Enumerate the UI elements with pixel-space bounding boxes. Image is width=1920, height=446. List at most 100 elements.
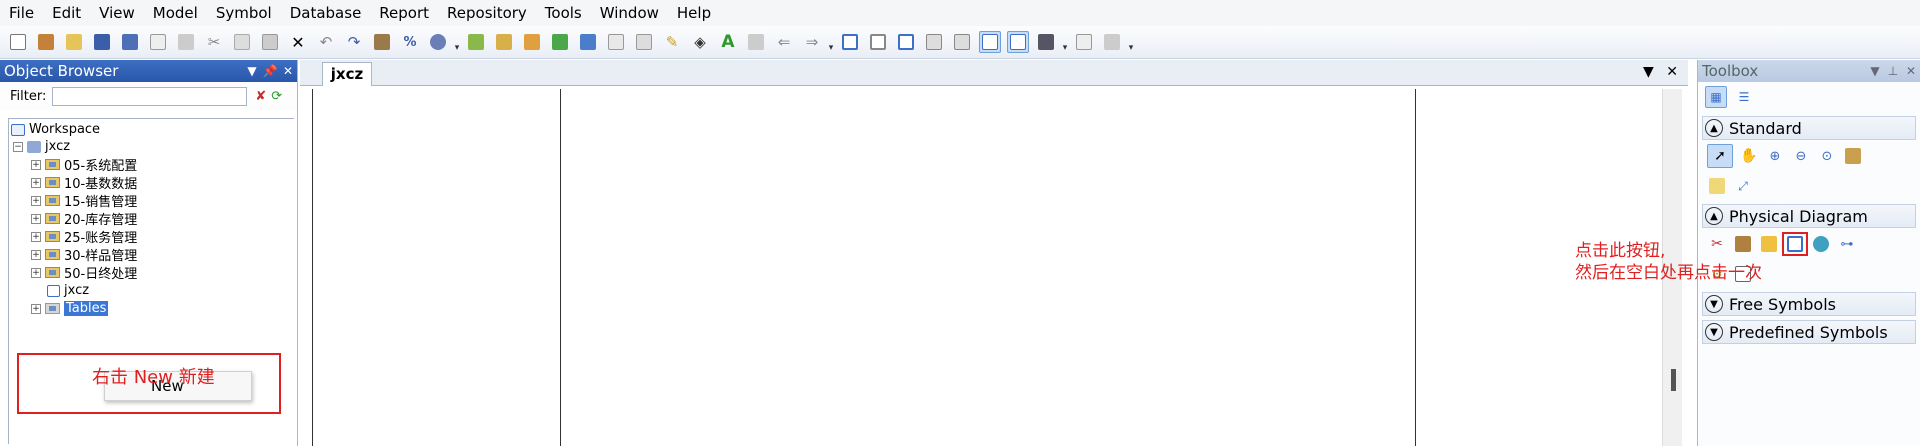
view-icon[interactable] [839, 31, 861, 53]
expand-icon[interactable]: + [31, 267, 41, 278]
output-window-icon[interactable] [1007, 31, 1029, 53]
clear-filter-icon[interactable]: ✘ [255, 89, 266, 104]
view2-icon[interactable] [867, 31, 889, 53]
shape-icon[interactable] [605, 31, 627, 53]
menu-tools[interactable]: Tools [536, 0, 591, 26]
menu-repository[interactable]: Repository [438, 0, 536, 26]
tree-node-model[interactable]: − jxcz [13, 138, 70, 155]
icon-view-icon[interactable]: ▦ [1705, 86, 1727, 108]
expand-icon[interactable]: + [31, 177, 41, 188]
tree-node-package[interactable]: +20-库存管理 [31, 210, 137, 228]
tree-node-diagram[interactable]: jxcz [47, 282, 89, 299]
save-all-icon[interactable] [119, 31, 141, 53]
scrollbar-thumb[interactable] [1671, 369, 1676, 391]
menu-report[interactable]: Report [370, 0, 438, 26]
new-icon[interactable] [7, 31, 29, 53]
menu-edit[interactable]: Edit [43, 0, 90, 26]
menu-help[interactable]: Help [668, 0, 720, 26]
toolbar-overflow-icon[interactable] [1060, 31, 1070, 53]
zoom-in-icon[interactable]: ⊕ [1762, 144, 1788, 168]
copy-icon[interactable] [231, 31, 253, 53]
refresh-icon[interactable]: ⟳ [271, 89, 282, 104]
find-icon[interactable] [521, 31, 543, 53]
diagram-canvas[interactable] [312, 89, 1660, 446]
menu-database[interactable]: Database [281, 0, 371, 26]
menu-view[interactable]: View [90, 0, 144, 26]
forward-icon[interactable]: ⇒ [801, 31, 823, 53]
tree-node-tables[interactable]: + Tables [31, 300, 109, 317]
menu-symbol[interactable]: Symbol [207, 0, 281, 26]
fill-icon[interactable]: ◈ [689, 31, 711, 53]
zoom-fit-icon[interactable]: ⊙ [1814, 144, 1840, 168]
tree-node-package[interactable]: +05-系统配置 [31, 156, 137, 174]
brush-icon[interactable]: ✎ [661, 31, 683, 53]
reference-icon[interactable]: ⊶ [1834, 232, 1860, 256]
close-icon[interactable]: ✕ [279, 64, 297, 78]
note-icon[interactable] [1704, 174, 1730, 198]
tree-node-package[interactable]: +50-日终处理 [31, 264, 137, 282]
zoom-window-icon[interactable] [979, 31, 1001, 53]
properties-icon[interactable] [1840, 144, 1866, 168]
zoom-out-icon[interactable]: ⊖ [1788, 144, 1814, 168]
collapse-icon[interactable]: − [13, 141, 23, 152]
grid-icon[interactable] [633, 31, 655, 53]
tree-node-package[interactable]: +10-基数数据 [31, 174, 137, 192]
delete-icon[interactable]: ✕ [287, 31, 309, 53]
tab-jxcz[interactable]: jxcz [322, 62, 372, 86]
check-model-icon[interactable] [427, 31, 449, 53]
back-icon[interactable]: ⇐ [773, 31, 795, 53]
report-icon[interactable] [577, 31, 599, 53]
pointer-icon[interactable]: ➚ [1707, 144, 1733, 168]
dropdown-icon[interactable]: ▼ [243, 64, 261, 78]
open-icon[interactable] [63, 31, 85, 53]
list-view-icon[interactable]: ☰ [1733, 86, 1755, 108]
toolbar-overflow-icon[interactable] [452, 31, 462, 53]
tree-node-package[interactable]: +25-账务管理 [31, 228, 137, 246]
category-standard[interactable]: ▲ Standard [1702, 116, 1916, 140]
table-icon[interactable] [1782, 232, 1808, 256]
close-tab-icon[interactable]: ✕ [1666, 64, 1678, 80]
toolbar-overflow-icon[interactable] [826, 31, 836, 53]
redo-icon[interactable]: ↷ [343, 31, 365, 53]
close-icon[interactable]: ✕ [1902, 64, 1920, 78]
menu-window[interactable]: Window [591, 0, 668, 26]
print-icon[interactable] [175, 31, 197, 53]
diagram-new-icon[interactable] [465, 31, 487, 53]
printer-icon[interactable] [1101, 31, 1123, 53]
cut-icon[interactable]: ✂ [203, 31, 225, 53]
spellcheck-icon[interactable]: % [399, 31, 421, 53]
package-icon[interactable] [493, 31, 515, 53]
pin-icon[interactable]: 📌 [261, 64, 279, 78]
category-predefined-symbols[interactable]: ▼ Predefined Symbols [1702, 320, 1916, 344]
refresh-icon[interactable] [549, 31, 571, 53]
expand-icon[interactable]: + [31, 303, 41, 314]
print-preview-icon[interactable] [147, 31, 169, 53]
expand-icon[interactable]: + [31, 249, 41, 260]
view3-icon[interactable] [895, 31, 917, 53]
view4-icon[interactable] [923, 31, 945, 53]
grabber-icon[interactable]: ✋ [1736, 144, 1762, 168]
undo-icon[interactable]: ↶ [315, 31, 337, 53]
link-icon[interactable]: ⤢ [1730, 174, 1756, 198]
paste-icon[interactable] [259, 31, 281, 53]
font-icon[interactable]: A [717, 31, 739, 53]
save-icon[interactable] [91, 31, 113, 53]
new-model-icon[interactable] [35, 31, 57, 53]
view5-icon[interactable] [951, 31, 973, 53]
align-icon[interactable] [745, 31, 767, 53]
menu-file[interactable]: File [0, 0, 43, 26]
tree-node-package[interactable]: +30-样品管理 [31, 246, 137, 264]
tree-node-workspace[interactable]: Workspace [11, 121, 100, 138]
menu-model[interactable]: Model [144, 0, 207, 26]
result-list-icon[interactable] [1035, 31, 1057, 53]
pin-icon[interactable]: ⊥ [1884, 64, 1902, 78]
properties-icon[interactable] [371, 31, 393, 53]
expand-icon[interactable]: + [31, 231, 41, 242]
tab-list-icon[interactable]: ▼ [1643, 64, 1654, 80]
expand-icon[interactable]: + [31, 159, 41, 170]
preview-icon[interactable] [1073, 31, 1095, 53]
dropdown-icon[interactable]: ▼ [1866, 64, 1884, 78]
toolbar-overflow-icon[interactable] [1126, 31, 1136, 53]
storage-icon[interactable] [1808, 232, 1834, 256]
expand-icon[interactable]: + [31, 195, 41, 206]
